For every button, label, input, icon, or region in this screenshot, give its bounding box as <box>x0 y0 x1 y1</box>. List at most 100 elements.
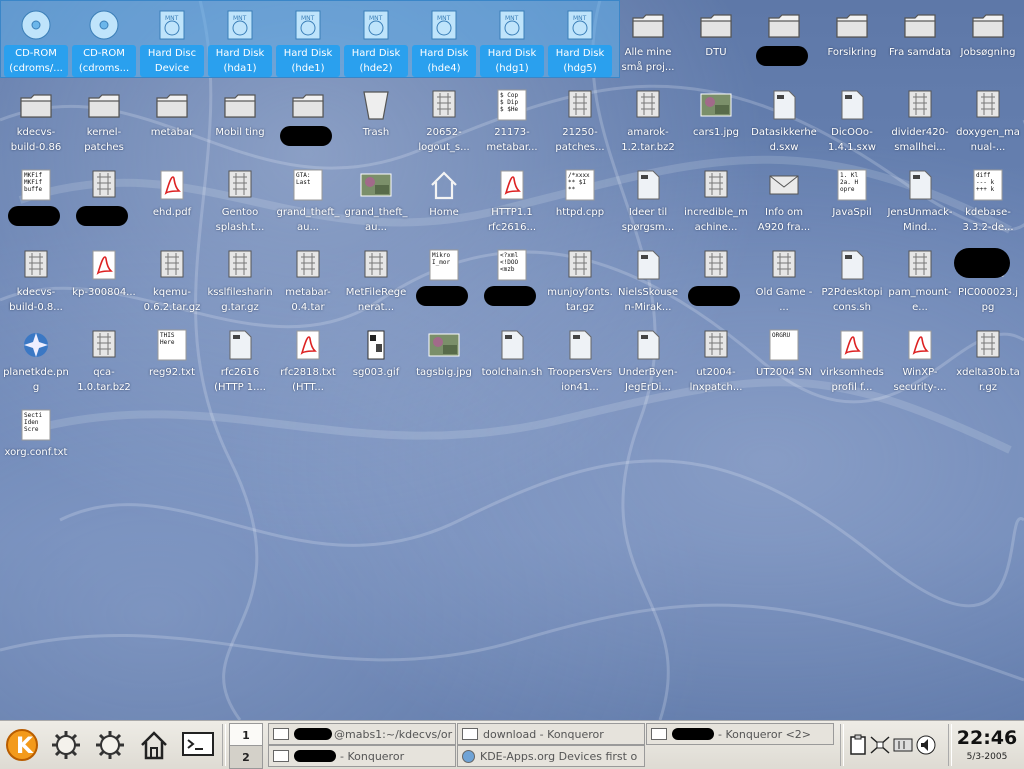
desktop-icon[interactable]: kdecvs-build-0.86 <box>2 84 70 162</box>
task-konqueror-download[interactable]: download - Konqueror <box>457 723 645 745</box>
desktop-icon[interactable]: incredible_machine... <box>682 164 750 242</box>
desktop-icon[interactable]: ehd.pdf <box>138 164 206 242</box>
desktop-icon[interactable]: rfc2818.txt (HTT... <box>274 324 342 402</box>
desktop-icon[interactable] <box>750 4 818 82</box>
desktop-icon[interactable]: DicOOo-1.4.1.sxw <box>818 84 886 162</box>
desktop-icon[interactable]: CD-ROM (cdroms/... <box>2 4 70 82</box>
desktop-icon[interactable]: metabar <box>138 84 206 162</box>
pager-desktop-1[interactable]: 1 <box>229 723 263 747</box>
folder-icon <box>835 8 869 42</box>
desktop-icon[interactable]: ksslfilesharing.tar.gz <box>206 244 274 322</box>
desktop-icon[interactable] <box>70 164 138 242</box>
desktop-icon[interactable]: Mobil ting <box>206 84 274 162</box>
home-button[interactable] <box>134 725 174 765</box>
desktop-icon[interactable]: GTA: Last grand_theft_au... <box>274 164 342 242</box>
desktop-icon[interactable]: kqemu-0.6.2.tar.gz <box>138 244 206 322</box>
desktop-icon[interactable]: Mikro I_mor <box>410 244 478 322</box>
desktop-icon[interactable]: P2Pdesktopicons.sh <box>818 244 886 322</box>
desktop-icon[interactable]: doxygen_manual-... <box>954 84 1022 162</box>
desktop-icon[interactable]: WinXP-security-... <box>886 324 954 402</box>
desktop-icon[interactable]: JensUnmack-Mind... <box>886 164 954 242</box>
task-konqueror-2[interactable]: - Konqueror <2> <box>646 723 834 745</box>
desktop-icon[interactable]: MetFileRegenerat... <box>342 244 410 322</box>
desktop-icon[interactable]: DTU <box>682 4 750 82</box>
task-kde-apps[interactable]: KDE-Apps.org Devices first o <box>457 745 645 767</box>
desktop-icon[interactable]: MNT Hard Disc Device <box>138 4 206 82</box>
desktop-icon[interactable]: grand_theft_au... <box>342 164 410 242</box>
desktop-icon[interactable]: planetkde.png <box>2 324 70 402</box>
desktop-icon[interactable] <box>682 244 750 322</box>
desktop-icon[interactable]: UnderByen-JegErDi... <box>614 324 682 402</box>
desktop-icon[interactable]: MNT Hard Disk (hdg5) <box>546 4 614 82</box>
desktop-icon[interactable]: NielsSkousen-Mirak... <box>614 244 682 322</box>
desktop-icon[interactable]: rfc2616 (HTTP 1.... <box>206 324 274 402</box>
desktop-icon[interactable] <box>274 84 342 162</box>
clock[interactable]: 22:46 5/3-2005 <box>950 726 1024 764</box>
desktop-icon[interactable]: Info om A920 fra... <box>750 164 818 242</box>
desktop-icon[interactable]: kernel-patches <box>70 84 138 162</box>
desktop-icon[interactable]: HTTP1.1 rfc2616... <box>478 164 546 242</box>
desktop-icon[interactable]: virksomhedsprofil f... <box>818 324 886 402</box>
network-icon[interactable] <box>868 734 892 756</box>
terminal-button[interactable] <box>178 725 218 765</box>
desktop-icon[interactable]: Alle mine små proj... <box>614 4 682 82</box>
desktop-icon[interactable]: 20652-logout_s... <box>410 84 478 162</box>
desktop-icon[interactable]: MNT Hard Disk (hde2) <box>342 4 410 82</box>
desktop-icon[interactable]: MNT Hard Disk (hda1) <box>206 4 274 82</box>
desktop-icon-label: virksomhedsprofil f... <box>820 367 884 393</box>
desktop-icon[interactable]: Home <box>410 164 478 242</box>
settings-button[interactable] <box>90 725 130 765</box>
desktop-icon[interactable]: divider420-smallhei... <box>886 84 954 162</box>
volume-icon[interactable] <box>914 734 938 756</box>
desktop-icon[interactable]: 1. Kl 2a. Hopre JavaSpil <box>818 164 886 242</box>
redaction-mark <box>280 126 332 146</box>
desktop-icon[interactable]: <?xml <!DOO <mzb <box>478 244 546 322</box>
pager-desktop-2[interactable]: 2 <box>229 745 263 769</box>
desktop-icon[interactable]: $ Cop $ Dip $ $He 21173-metabar... <box>478 84 546 162</box>
desktop-icon[interactable]: Trash <box>342 84 410 162</box>
desktop-icon[interactable]: TroopersVersion41... <box>546 324 614 402</box>
desktop-icon[interactable]: Jobsøgning <box>954 4 1022 82</box>
desktop-icon[interactable]: Datasikkerhed.sxw <box>750 84 818 162</box>
desktop-icon[interactable]: 21250-patches... <box>546 84 614 162</box>
desktop-icon[interactable]: Secti Iden Scre xorg.conf.txt <box>2 404 70 482</box>
desktop-icon[interactable]: amarok-1.2.tar.bz2 <box>614 84 682 162</box>
image-icon <box>699 88 733 122</box>
clipboard-icon[interactable] <box>848 734 868 756</box>
clock-time: 22:46 <box>956 727 1018 749</box>
desktop-icon[interactable]: /*xxxx ** $I ** httpd.cpp <box>546 164 614 242</box>
desktop[interactable]: CD-ROM (cdroms/... CD-ROM (cdroms... MNT Ha… <box>0 0 1024 720</box>
desktop-icon[interactable]: toolchain.sh <box>478 324 546 402</box>
desktop-icon[interactable]: CD-ROM (cdroms... <box>70 4 138 82</box>
desktop-icon[interactable]: xdelta30b.tar.gz <box>954 324 1022 402</box>
desktop-icon[interactable]: diff --- k +++ k kdebase-3.3.2-de... <box>954 164 1022 242</box>
mixer-icon[interactable] <box>892 734 914 756</box>
task-konqueror[interactable]: - Konqueror <box>268 745 456 767</box>
desktop-icon[interactable]: cars1.jpg <box>682 84 750 162</box>
desktop-icon[interactable]: kdecvs-build-0.8... <box>2 244 70 322</box>
desktop-icon[interactable]: munjoyfonts.tar.gz <box>546 244 614 322</box>
desktop-icon[interactable]: MNT Hard Disk (hde1) <box>274 4 342 82</box>
control-center-button[interactable] <box>46 725 86 765</box>
desktop-icon[interactable]: pam_mount-e... <box>886 244 954 322</box>
desktop-icon[interactable]: MNT Hard Disk (hdg1) <box>478 4 546 82</box>
desktop-icon[interactable]: metabar-0.4.tar <box>274 244 342 322</box>
desktop-icon[interactable]: Fra samdata <box>886 4 954 82</box>
desktop-icon[interactable]: MKFif MKFif buffe <box>2 164 70 242</box>
desktop-icon[interactable]: Old Game - ... <box>750 244 818 322</box>
document-icon <box>631 328 665 362</box>
desktop-icon[interactable]: sg003.gif <box>342 324 410 402</box>
desktop-icon[interactable]: MNT Hard Disk (hde4) <box>410 4 478 82</box>
desktop-icon[interactable]: Ideer til spørgsm... <box>614 164 682 242</box>
desktop-icon[interactable]: qca-1.0.tar.bz2 <box>70 324 138 402</box>
kde-menu-button[interactable]: K <box>2 725 42 765</box>
desktop-icon[interactable]: THIS Here reg92.txt <box>138 324 206 402</box>
desktop-icon[interactable]: ut2004-lnxpatch... <box>682 324 750 402</box>
desktop-icon[interactable]: Gentoo splash.t... <box>206 164 274 242</box>
desktop-icon[interactable]: ORGRU UT2004 SN <box>750 324 818 402</box>
desktop-icon[interactable]: kp-300804... <box>70 244 138 322</box>
desktop-icon[interactable]: tagsbig.jpg <box>410 324 478 402</box>
desktop-icon[interactable]: Forsikring <box>818 4 886 82</box>
desktop-icon[interactable]: PIC000023.jpg <box>954 244 1022 322</box>
task-terminal[interactable]: @mabs1:~/kdecvs/or <box>268 723 456 745</box>
